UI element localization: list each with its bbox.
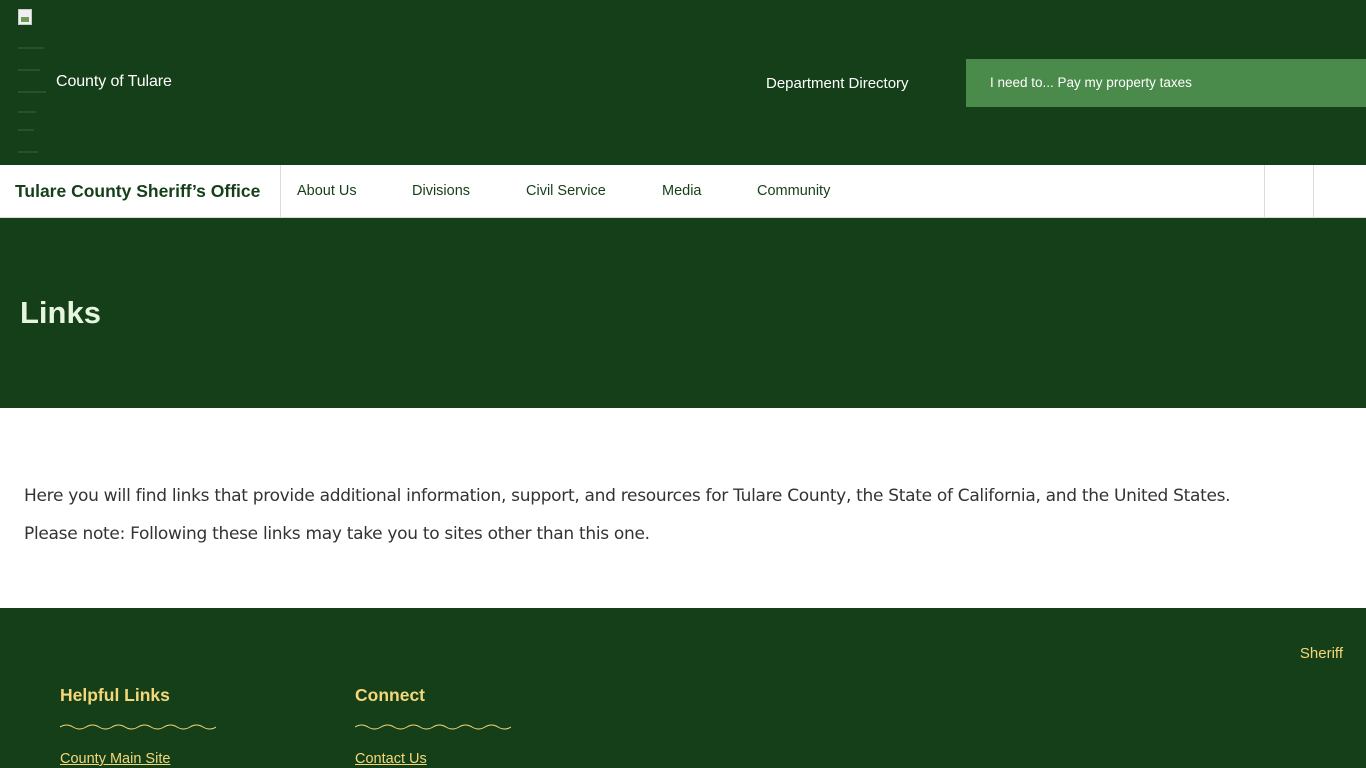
main-nav: Tulare County Sheriff’s Office About Us … [0,165,1366,218]
footer-sheriff-link[interactable]: Sheriff [1300,645,1343,662]
broken-image-icon [18,9,32,25]
footer-heading: Connect [355,685,425,705]
note-text: Please note: Following these links may t… [24,524,650,544]
wave-divider-icon [355,724,511,730]
page-hero: Links [0,218,1366,408]
nav-item-civil-service[interactable]: Civil Service [526,183,606,199]
department-directory-link[interactable]: Department Directory [766,75,909,92]
nav-item-about-us[interactable]: About Us [297,183,357,199]
page-title: Links [20,295,101,330]
county-name-link[interactable]: County of Tulare [56,73,172,91]
footer-column-connect: Connect Contact Us [355,685,555,767]
intro-text: Here you will find links that provide ad… [24,486,1231,506]
footer-link-contact-us[interactable]: Contact Us [355,751,555,767]
footer-heading: Helpful Links [60,685,170,705]
wave-divider-icon [60,724,216,730]
top-header: County of Tulare Department Directory I … [0,0,1366,165]
site-footer: Sheriff Helpful Links County Main Site C… [0,608,1366,768]
site-title-link[interactable]: Tulare County Sheriff’s Office [0,165,281,217]
nav-item-community[interactable]: Community [757,183,830,199]
search-toggle-button[interactable] [1265,165,1313,217]
i-need-to-label: I need to... Pay my property taxes [990,75,1192,90]
menu-toggle-button[interactable] [1314,165,1366,217]
footer-link-county-main-site[interactable]: County Main Site [60,751,260,767]
nav-item-divisions[interactable]: Divisions [412,183,470,199]
i-need-to-dropdown[interactable]: I need to... Pay my property taxes [966,59,1366,107]
main-content: Here you will find links that provide ad… [0,408,1366,608]
county-logo-image[interactable] [18,9,48,159]
footer-column-helpful-links: Helpful Links County Main Site [60,685,260,767]
nav-item-media[interactable]: Media [662,183,702,199]
